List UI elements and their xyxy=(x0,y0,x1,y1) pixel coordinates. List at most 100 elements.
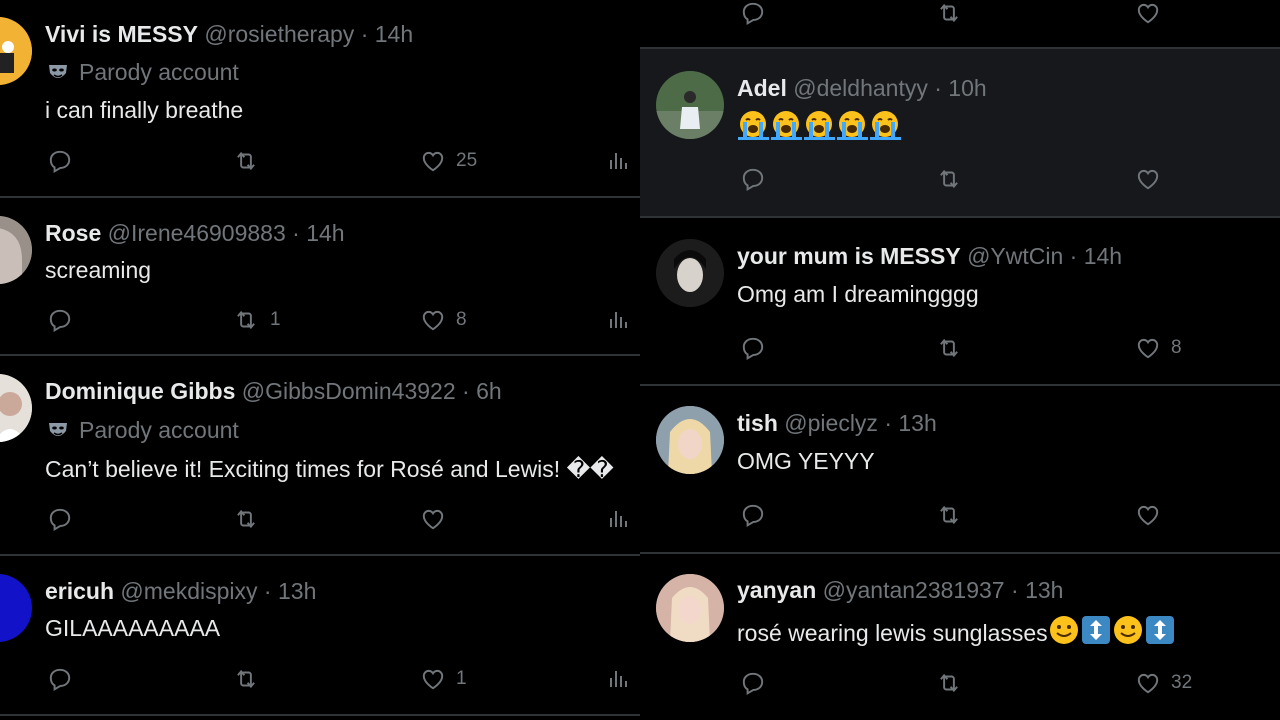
reply-button[interactable] xyxy=(47,305,73,335)
separator-dot: · xyxy=(1069,243,1078,269)
author-handle[interactable]: @Irene46909883 xyxy=(108,220,286,246)
retweet-count: 1 xyxy=(270,309,281,330)
tweet[interactable]: Vivi is MESSY @rosietherapy · 14h Parody… xyxy=(0,0,640,196)
timestamp[interactable]: 14h xyxy=(375,21,413,47)
like-button[interactable]: 8 xyxy=(420,305,467,335)
timestamp[interactable]: 14h xyxy=(306,220,344,246)
reply-button[interactable] xyxy=(47,504,73,534)
avatar[interactable] xyxy=(656,574,724,642)
reply-button[interactable] xyxy=(740,500,766,530)
avatar[interactable] xyxy=(0,17,32,85)
retweet-icon xyxy=(940,338,958,358)
views-button[interactable] xyxy=(607,146,631,176)
retweet-button[interactable] xyxy=(935,164,973,194)
tweet-text: GILAAAAAAAAA xyxy=(45,615,221,641)
heart-icon xyxy=(1137,3,1159,24)
reply-icon xyxy=(742,2,764,25)
tweet[interactable]: tish @pieclyz · 13h OMG YEYYY xyxy=(640,386,1280,552)
tweet[interactable]: yanyan @yantan2381937 · 13h rosé wearing… xyxy=(640,554,1280,720)
avatar[interactable] xyxy=(656,239,724,307)
avatar[interactable] xyxy=(0,374,32,442)
separator-dot: · xyxy=(462,378,470,404)
timestamp[interactable]: 10h xyxy=(948,75,986,101)
author-name[interactable]: ericuh xyxy=(45,578,114,604)
retweet-button[interactable] xyxy=(232,664,270,694)
tweet-actions: 25 xyxy=(0,146,640,176)
reply-icon xyxy=(49,309,71,332)
retweet-button[interactable] xyxy=(935,0,963,28)
retweet-button[interactable] xyxy=(232,504,270,534)
author-handle[interactable]: @YwtCin xyxy=(967,243,1063,269)
author-handle[interactable]: @rosietherapy xyxy=(204,21,354,47)
separator-dot: · xyxy=(884,410,892,436)
avatar[interactable] xyxy=(656,406,724,474)
heart-icon xyxy=(1137,338,1159,359)
timestamp[interactable]: 13h xyxy=(278,578,316,604)
author-name[interactable]: your mum is MESSY xyxy=(737,243,961,269)
author-handle[interactable]: @mekdispixy xyxy=(120,578,257,604)
author-name[interactable]: Vivi is MESSY xyxy=(45,21,198,47)
parody-label: Parody account xyxy=(47,59,239,89)
tweet-text: Can’t believe it! Exciting times for Ros… xyxy=(45,456,614,482)
tweet[interactable]: Dominique Gibbs @GibbsDomin43922 · 6h Pa… xyxy=(0,356,640,554)
views-button[interactable] xyxy=(607,664,631,694)
separator-dot: · xyxy=(934,75,942,101)
retweet-icon xyxy=(237,310,255,330)
like-button[interactable]: 32 xyxy=(1135,668,1192,698)
author-handle[interactable]: @pieclyz xyxy=(784,410,878,436)
reply-button[interactable] xyxy=(740,0,766,28)
like-button[interactable] xyxy=(1135,0,1161,28)
retweet-button[interactable] xyxy=(232,146,270,176)
reply-icon xyxy=(49,150,71,173)
views-button[interactable] xyxy=(607,305,631,335)
tweet-actions: 32 xyxy=(640,668,1280,698)
views-button[interactable] xyxy=(607,504,631,534)
retweet-button[interactable] xyxy=(935,500,973,530)
tweet[interactable]: ericuh @mekdispixy · 13h GILAAAAAAAAA 1 xyxy=(0,556,640,714)
reply-icon xyxy=(49,508,71,531)
heart-icon xyxy=(422,669,444,690)
reply-button[interactable] xyxy=(740,333,766,363)
separator-dot: · xyxy=(263,578,272,604)
avatar[interactable] xyxy=(656,71,724,139)
timestamp[interactable]: 6h xyxy=(476,378,502,404)
avatar[interactable] xyxy=(0,216,32,284)
timestamp[interactable]: 13h xyxy=(898,410,936,436)
author-name[interactable]: yanyan xyxy=(737,577,816,603)
heart-icon xyxy=(1137,673,1159,694)
reply-icon xyxy=(49,668,71,691)
reply-button[interactable] xyxy=(740,668,766,698)
like-button[interactable]: 8 xyxy=(1135,333,1182,363)
tweet-emoji-row xyxy=(737,110,902,142)
author-handle[interactable]: @deldhantyy xyxy=(793,75,928,101)
tweet[interactable]: Adel @deldhantyy · 10h xyxy=(640,49,1280,216)
separator-dot: · xyxy=(292,220,300,246)
retweet-button[interactable] xyxy=(935,668,973,698)
like-button[interactable]: 25 xyxy=(420,146,477,176)
author-handle[interactable]: @GibbsDomin43922 xyxy=(242,378,456,404)
timestamp[interactable]: 14h xyxy=(1084,243,1122,269)
tweet[interactable]: Rose @Irene46909883 · 14h screaming 1 8 xyxy=(0,198,640,354)
author-name[interactable]: Rose xyxy=(45,220,101,246)
timestamp[interactable]: 13h xyxy=(1025,577,1063,603)
like-button[interactable] xyxy=(1135,500,1171,530)
heart-icon xyxy=(422,509,444,530)
heart-icon xyxy=(1137,505,1159,526)
tweet-text: i can finally breathe xyxy=(45,97,244,123)
reply-button[interactable] xyxy=(47,664,73,694)
retweet-button[interactable] xyxy=(935,333,973,363)
heart-icon xyxy=(1137,169,1159,190)
reply-button[interactable] xyxy=(47,146,73,176)
author-handle[interactable]: @yantan2381937 xyxy=(823,577,1005,603)
author-name[interactable]: Adel xyxy=(737,75,787,101)
like-button[interactable]: 1 xyxy=(420,664,467,694)
retweet-button[interactable]: 1 xyxy=(232,305,281,335)
reply-button[interactable] xyxy=(740,164,766,194)
tweet[interactable]: your mum is MESSY @YwtCin · 14h Omg am I… xyxy=(640,218,1280,384)
author-name[interactable]: Dominique Gibbs xyxy=(45,378,235,404)
views-icon xyxy=(610,153,627,169)
author-name[interactable]: tish xyxy=(737,410,778,436)
like-button[interactable] xyxy=(1135,164,1171,194)
like-button[interactable] xyxy=(420,504,456,534)
avatar[interactable] xyxy=(0,574,32,642)
